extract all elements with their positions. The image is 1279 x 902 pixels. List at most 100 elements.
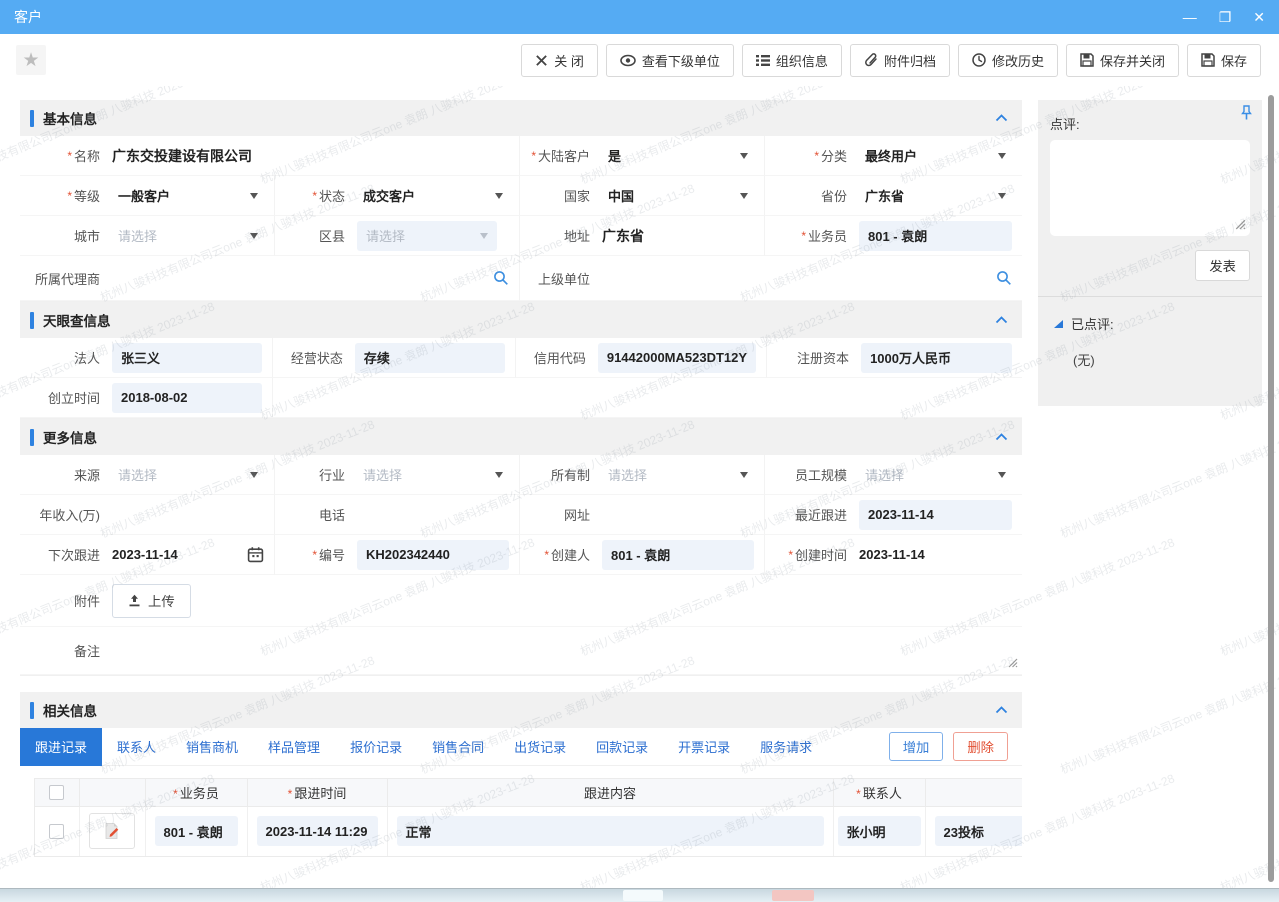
- collapse-related-button[interactable]: [995, 706, 1008, 714]
- parent-unit-field[interactable]: [600, 256, 1022, 301]
- mainland-select[interactable]: 是: [600, 136, 765, 176]
- created-time-field[interactable]: 2023-11-14: [857, 535, 1022, 575]
- section-header-related: 相关信息: [20, 692, 1022, 728]
- cell-opportunity[interactable]: 23投标: [935, 816, 1023, 846]
- registered-capital-field[interactable]: 1000万人民币: [859, 338, 1022, 378]
- row-edit-button[interactable]: [89, 813, 135, 849]
- ownership-select[interactable]: 请选择: [600, 455, 765, 495]
- save-and-close-button[interactable]: 保存并关闭: [1066, 44, 1179, 77]
- salesman-field[interactable]: 801 - 袁朗: [857, 216, 1022, 256]
- resize-handle[interactable]: [1233, 217, 1246, 233]
- address-field[interactable]: 广东省: [600, 216, 765, 256]
- country-label: 国家: [520, 176, 600, 216]
- save-button[interactable]: 保存: [1187, 44, 1261, 77]
- agent-field[interactable]: [110, 256, 520, 301]
- remark-textarea[interactable]: [110, 627, 1022, 675]
- tab-contacts[interactable]: 联系人: [102, 728, 171, 766]
- search-icon[interactable]: [996, 270, 1012, 286]
- collapse-tianyancha-button[interactable]: [995, 316, 1008, 324]
- website-field[interactable]: [600, 495, 765, 535]
- column-header-opportunity: 销售商机: [925, 779, 1022, 806]
- add-button[interactable]: 增加: [889, 732, 944, 761]
- related-tabs: 跟进记录 联系人 销售商机 样品管理 报价记录 销售合同 出货记录 回款记录 开…: [20, 728, 1022, 766]
- cell-followup-time[interactable]: 2023-11-14 11:29: [257, 816, 378, 846]
- collapse-more-button[interactable]: [995, 433, 1008, 441]
- row-checkbox[interactable]: [49, 824, 64, 839]
- province-select[interactable]: 广东省: [857, 176, 1022, 216]
- category-select[interactable]: 最终用户: [857, 136, 1022, 176]
- clock-icon: [972, 53, 986, 67]
- chevron-down-icon: [480, 233, 488, 239]
- legal-person-field[interactable]: 张三义: [110, 338, 273, 378]
- publish-button[interactable]: 发表: [1195, 250, 1250, 281]
- next-followup-datepicker[interactable]: 2023-11-14: [110, 535, 275, 575]
- attachment-archive-button[interactable]: 附件归档: [850, 44, 950, 77]
- resize-handle[interactable]: [1006, 656, 1018, 671]
- vertical-scrollbar[interactable]: [1268, 95, 1274, 882]
- source-select[interactable]: 请选择: [110, 455, 275, 495]
- credit-code-field[interactable]: 91442000MA523DT12Y: [596, 338, 767, 378]
- salesman-label: *业务员: [765, 216, 857, 256]
- divider: [1038, 296, 1262, 297]
- staff-size-select[interactable]: 请选择: [857, 455, 1022, 495]
- taskbar-item: [623, 890, 663, 901]
- view-sub-units-button[interactable]: 查看下级单位: [606, 44, 734, 77]
- cell-followup-content[interactable]: 正常: [397, 816, 824, 846]
- upload-button[interactable]: 上传: [112, 584, 191, 618]
- tab-sample-management[interactable]: 样品管理: [253, 728, 335, 766]
- commented-label: 已点评:: [1071, 314, 1114, 333]
- last-followup-field[interactable]: 2023-11-14: [857, 495, 1022, 535]
- collapse-basic-button[interactable]: [995, 114, 1008, 122]
- remark-label: 备注: [20, 627, 110, 675]
- section-header-basic: 基本信息: [20, 100, 1022, 136]
- tab-shipment-records[interactable]: 出货记录: [499, 728, 581, 766]
- code-field[interactable]: KH202342440: [355, 535, 520, 575]
- name-label: *名称: [20, 136, 110, 176]
- comment-textarea[interactable]: [1050, 140, 1250, 236]
- creator-field[interactable]: 801 - 袁朗: [600, 535, 765, 575]
- tab-sales-opportunities[interactable]: 销售商机: [171, 728, 253, 766]
- chevron-up-icon: [995, 114, 1008, 122]
- select-all-checkbox[interactable]: [49, 785, 64, 800]
- grade-select[interactable]: 一般客户: [110, 176, 275, 216]
- minimize-icon[interactable]: —: [1183, 10, 1197, 24]
- name-field[interactable]: 广东交投建设有限公司: [110, 136, 520, 176]
- close-icon[interactable]: ✕: [1253, 10, 1265, 24]
- history-button[interactable]: 修改历史: [958, 44, 1058, 77]
- phone-field[interactable]: [355, 495, 520, 535]
- cell-salesman[interactable]: 801 - 袁朗: [155, 816, 238, 846]
- city-select[interactable]: 请选择: [110, 216, 275, 256]
- close-button[interactable]: 关 闭: [521, 44, 598, 77]
- industry-select[interactable]: 请选择: [355, 455, 520, 495]
- status-select[interactable]: 成交客户: [355, 176, 520, 216]
- tab-payment-records[interactable]: 回款记录: [581, 728, 663, 766]
- desktop-taskbar-strip: [0, 888, 1279, 902]
- attachment-label: 附件: [20, 575, 110, 627]
- org-info-button[interactable]: 组织信息: [742, 44, 842, 77]
- select-all-header: [35, 779, 79, 806]
- more-info-grid: 来源 请选择 行业 请选择 所有制 请选择 员工规模 请选择 年收入(万) 电话…: [20, 455, 1022, 676]
- chevron-up-icon: [995, 706, 1008, 714]
- maximize-icon[interactable]: ❐: [1219, 10, 1232, 24]
- cell-contact[interactable]: 张小明: [838, 816, 921, 846]
- column-header-followup-time: *跟进时间: [247, 779, 387, 806]
- province-label: 省份: [765, 176, 857, 216]
- operation-status-field[interactable]: 存续: [353, 338, 516, 378]
- calendar-icon[interactable]: [247, 546, 264, 563]
- tab-sales-contracts[interactable]: 销售合同: [417, 728, 499, 766]
- tab-followup-records[interactable]: 跟进记录: [20, 728, 102, 766]
- tab-invoice-records[interactable]: 开票记录: [663, 728, 745, 766]
- paperclip-icon: [864, 53, 878, 67]
- country-select[interactable]: 中国: [600, 176, 765, 216]
- pin-icon[interactable]: [1240, 105, 1253, 124]
- delete-button[interactable]: 删除: [953, 732, 1008, 761]
- chevron-down-icon: [740, 193, 748, 199]
- chevron-down-icon: [250, 193, 258, 199]
- favorite-star-button[interactable]: ★: [16, 45, 46, 75]
- tab-quote-records[interactable]: 报价记录: [335, 728, 417, 766]
- district-select[interactable]: 请选择: [355, 216, 520, 256]
- annual-income-field[interactable]: [110, 495, 275, 535]
- founded-date-field[interactable]: 2018-08-02: [110, 378, 273, 418]
- tab-service-requests[interactable]: 服务请求: [745, 728, 827, 766]
- search-icon[interactable]: [493, 270, 509, 286]
